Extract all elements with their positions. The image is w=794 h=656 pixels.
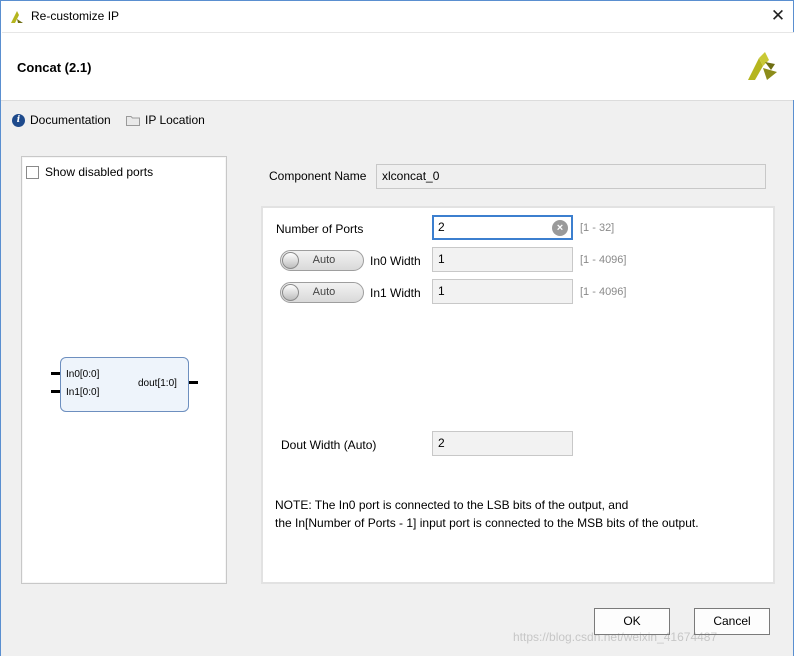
in0-width-label: In0 Width [370, 254, 421, 268]
title-bar: Re-customize IP ✕ [1, 1, 793, 32]
in0-width-range: [1 - 4096] [580, 254, 627, 266]
dialog-header: Concat (2.1) [2, 32, 794, 100]
component-name-label: Component Name [269, 169, 367, 183]
documentation-menu[interactable]: i Documentation [12, 111, 111, 129]
close-icon: ✕ [770, 6, 786, 25]
component-name-field[interactable]: xlconcat_0 [376, 164, 766, 189]
ip-title: Concat (2.1) [17, 60, 92, 75]
note-line-2: the In[Number of Ports - 1] input port i… [275, 516, 699, 530]
note-line-1: NOTE: The In0 port is connected to the L… [275, 498, 629, 512]
documentation-label: Documentation [30, 113, 111, 127]
symbol-panel: Show disabled ports In0[0:0] In1[0:0] do… [21, 156, 227, 584]
in0-width-mode: Auto [312, 254, 336, 266]
dout-width-field: 2 [432, 431, 573, 456]
show-disabled-ports-checkbox[interactable]: Show disabled ports [26, 165, 153, 179]
show-disabled-ports-label: Show disabled ports [45, 165, 154, 179]
in1-width-auto-toggle[interactable]: Auto [280, 282, 364, 303]
in0-width-field[interactable]: 1 [432, 247, 573, 272]
dout-width-label: Dout Width (Auto) [281, 438, 377, 452]
in1-port-label: In1[0:0] [66, 387, 100, 398]
close-button[interactable]: ✕ [766, 5, 790, 27]
number-of-ports-label: Number of Ports [276, 222, 364, 236]
in0-port-label: In0[0:0] [66, 369, 100, 380]
concat-block-symbol: In0[0:0] In1[0:0] dout[1:0] [60, 357, 189, 412]
in0-width-auto-toggle[interactable]: Auto [280, 250, 364, 271]
number-of-ports-value: 2 [438, 220, 445, 234]
folder-icon [126, 115, 140, 126]
clear-icon[interactable]: × [552, 220, 568, 236]
dout-port-pin [189, 381, 198, 384]
ip-location-button[interactable]: IP Location [126, 111, 205, 129]
recustomize-ip-dialog: Re-customize IP ✕ Concat (2.1) i Documen… [0, 0, 794, 656]
dialog-content: Show disabled ports In0[0:0] In1[0:0] do… [1, 140, 793, 656]
toggle-knob [282, 284, 299, 301]
toggle-knob [282, 252, 299, 269]
note-text: NOTE: The In0 port is connected to the L… [275, 496, 699, 532]
in1-width-mode: Auto [312, 286, 336, 298]
in1-width-label: In1 Width [370, 286, 421, 300]
vivado-brand-logo-icon [748, 52, 777, 80]
window-title: Re-customize IP [31, 9, 120, 23]
in1-width-field[interactable]: 1 [432, 279, 573, 304]
checkbox-box[interactable] [26, 165, 39, 179]
number-of-ports-input[interactable]: 2 × [432, 215, 573, 240]
toolbar: i Documentation IP Location [1, 100, 793, 140]
configuration-panel: Number of Ports 2 × [1 - 32] Auto In0 Wi… [261, 206, 775, 584]
watermark-text: https://blog.csdn.net/weixin_41674487 [513, 630, 718, 644]
in1-width-range: [1 - 4096] [580, 286, 627, 298]
number-of-ports-range: [1 - 32] [580, 222, 615, 234]
ip-location-label: IP Location [145, 113, 205, 127]
vivado-logo-icon [11, 11, 23, 23]
info-icon: i [12, 113, 25, 127]
dout-port-label: dout[1:0] [138, 378, 177, 389]
